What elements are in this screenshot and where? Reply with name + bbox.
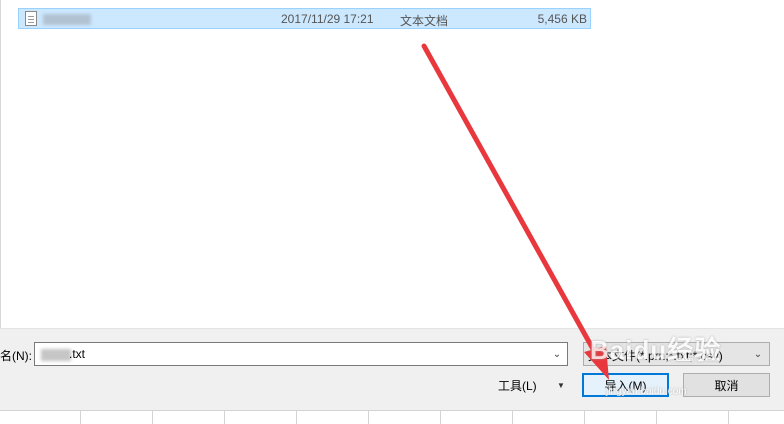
filename-redacted bbox=[41, 349, 71, 361]
grid-line bbox=[656, 411, 657, 424]
filename-input[interactable]: .txt ⌄ bbox=[34, 342, 568, 366]
chevron-down-icon[interactable]: ⌄ bbox=[547, 343, 567, 365]
grid-line bbox=[80, 411, 81, 424]
file-list-pane: 2017/11/29 17:21 文本文档 5,456 KB bbox=[0, 0, 784, 328]
file-date: 2017/11/29 17:21 bbox=[281, 12, 374, 26]
chevron-down-icon[interactable]: ⌄ bbox=[749, 343, 767, 365]
grid-line bbox=[152, 411, 153, 424]
file-row-selected[interactable]: 2017/11/29 17:21 文本文档 5,456 KB bbox=[18, 8, 591, 29]
filename-value: .txt bbox=[69, 347, 86, 361]
grid-line bbox=[368, 411, 369, 424]
file-size: 5,456 KB bbox=[537, 12, 587, 26]
watermark-logo: Baidu经验 bbox=[590, 335, 722, 365]
grid-line bbox=[296, 411, 297, 424]
grid-line bbox=[440, 411, 441, 424]
grid-line bbox=[584, 411, 585, 424]
watermark-url: jingyan.baidu.com bbox=[606, 386, 687, 397]
tools-menu-button[interactable]: 工具(L) bbox=[498, 375, 537, 397]
cancel-button[interactable]: 取消 bbox=[683, 373, 770, 397]
filename-label: 名(N): bbox=[0, 349, 32, 363]
grid-line bbox=[728, 411, 729, 424]
grid-line bbox=[512, 411, 513, 424]
dropdown-triangle-icon[interactable]: ▼ bbox=[557, 375, 565, 397]
file-name-redacted bbox=[43, 14, 91, 25]
spreadsheet-grid-strip bbox=[0, 410, 784, 424]
text-document-icon bbox=[25, 11, 37, 26]
grid-line bbox=[224, 411, 225, 424]
file-type: 文本文档 bbox=[400, 14, 449, 28]
